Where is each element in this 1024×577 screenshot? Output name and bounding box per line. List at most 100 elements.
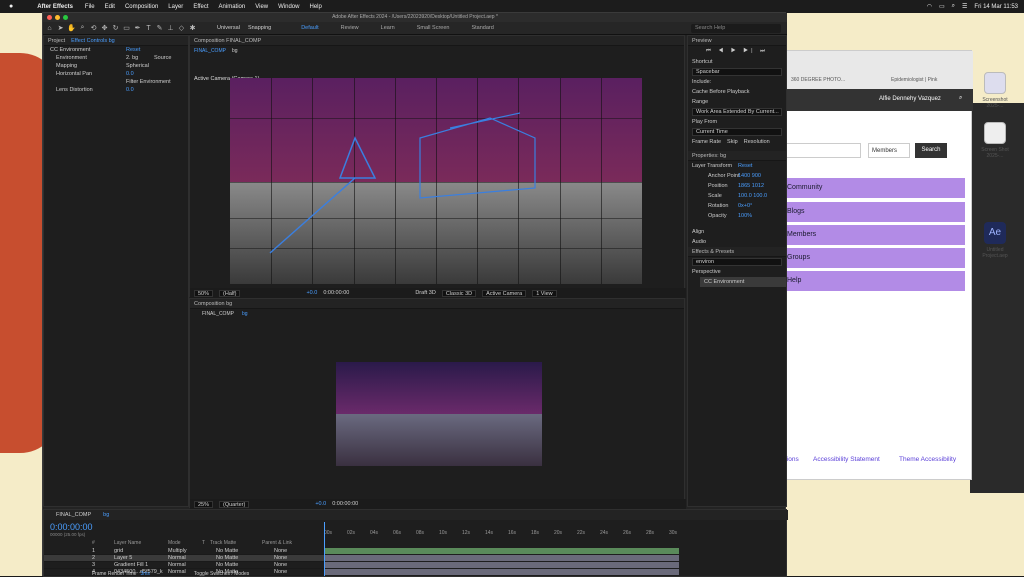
nav-members[interactable]: Members [781,225,965,245]
audio-panel[interactable]: Audio [688,237,786,247]
layer-row[interactable]: 3 Gradient Fill 1 Normal No Matte None [44,562,324,569]
effect-name[interactable]: CC Environment [50,47,90,53]
transform-reset[interactable]: Reset [738,163,752,169]
orbit-tool-icon[interactable]: ⟲ [89,24,98,33]
layer-mode[interactable]: Multiply [168,548,187,555]
apple-icon[interactable]: ● [9,3,13,10]
timecode[interactable]: 0:00:00:00 [323,290,349,296]
comp-tab[interactable]: Composition FINAL_COMP [194,38,261,44]
nav-groups[interactable]: Groups [781,248,965,268]
breadcrumb-item[interactable]: FINAL_COMP [202,311,234,317]
range-dropdown[interactable]: Work Area Extended By Current... [692,108,782,116]
breadcrumb-item[interactable]: bg [242,311,248,317]
footer-link[interactable]: tions [785,456,799,463]
eraser-tool-icon[interactable]: ◇ [177,24,186,33]
user-name[interactable]: Alfie Dennehy Vazquez [879,96,941,102]
rotate-tool-icon[interactable]: ↻ [111,24,120,33]
renderer[interactable]: Draft 3D [415,290,435,296]
app-menu[interactable]: After Effects [37,4,73,10]
tree-effect-item[interactable]: CC Environment [700,277,786,287]
layer-matte[interactable]: No Matte [216,548,238,555]
workspace-review[interactable]: Review [341,25,359,31]
menu-layer[interactable]: Layer [168,4,183,10]
footer-link[interactable]: Accessibility Statement [813,456,880,463]
search-input[interactable] [781,143,861,158]
menu-window[interactable]: Window [278,4,299,10]
layer-bar[interactable] [324,569,679,575]
nav-help[interactable]: Help [781,271,965,291]
layer-name[interactable]: Gradient Fill 1 [114,562,148,569]
transform-value[interactable]: 1865 1012 [738,183,764,189]
browser-tab[interactable]: Epidemiologist | Pink [891,77,937,83]
wifi-icon[interactable]: ◠ [927,3,932,10]
selection-tool-icon[interactable]: ➤ [56,24,65,33]
transform-value[interactable]: 100.0 100.0 [738,193,767,199]
layer-mode[interactable]: Normal [168,555,186,562]
browser-tab[interactable]: 360 DEGREE PHOTO... [791,77,845,83]
menu-help[interactable]: Help [309,4,321,10]
layer-parent[interactable]: None [274,555,287,562]
menu-view[interactable]: View [255,4,268,10]
brush-tool-icon[interactable]: ✎ [155,24,164,33]
search-button[interactable]: Search [915,143,947,158]
prop-value[interactable]: 2. bg [126,54,138,62]
battery-icon[interactable]: ▭ [939,3,945,10]
universal-toggle[interactable]: Universal [217,25,240,31]
effect-reset[interactable]: Reset [126,46,140,54]
timeline-tab[interactable]: FINAL_COMP [56,512,91,518]
layer-row[interactable]: 2 Layer 5 Normal No Matte None [44,555,324,562]
layer-parent[interactable]: None [274,569,287,576]
renderer-3d-dropdown[interactable]: Classic 3D [441,289,477,297]
minimize-icon[interactable] [55,15,60,20]
workspace-small-screen[interactable]: Small Screen [417,25,450,31]
layer-matte[interactable]: No Matte [216,555,238,562]
close-icon[interactable] [47,15,52,20]
camera-dropdown[interactable]: Active Camera [482,289,527,297]
pen-tool-icon[interactable]: ✒ [133,24,142,33]
file-icon[interactable] [984,122,1006,144]
comp-tab[interactable]: Composition bg [194,301,232,307]
prop-value[interactable]: Source [154,54,171,62]
file-icon[interactable] [984,72,1006,94]
zoom-dropdown[interactable]: 25% [194,500,214,508]
tab-effect-controls[interactable]: Effect Controls bg [71,38,115,44]
playback-controls[interactable]: ⏮ ◀ ▶ ▶| ⏭ [688,46,786,57]
tab-project[interactable]: Project [48,38,65,44]
prop-value[interactable]: 0.0 [126,70,134,78]
puppet-tool-icon[interactable]: ✱ [188,24,197,33]
snapping-toggle[interactable]: Snapping [248,25,271,31]
nav-blogs[interactable]: Blogs [781,202,965,222]
menu-animation[interactable]: Animation [219,4,246,10]
search-icon[interactable]: ⌕ [959,95,962,102]
views-dropdown[interactable]: 1 View [532,289,557,297]
prop-value[interactable]: Spherical [126,62,149,70]
toggle-switches[interactable]: Toggle Switches / Modes [194,571,249,577]
effects-search-input[interactable]: environ [692,258,782,266]
pan-tool-icon[interactable]: ✥ [100,24,109,33]
playhead[interactable] [324,522,325,576]
hand-tool-icon[interactable]: ✋ [67,24,76,33]
layer-mode[interactable]: Normal [168,562,186,569]
resolution-dropdown[interactable]: (Half) [219,289,241,297]
search-select[interactable]: Members [868,143,910,158]
menu-edit[interactable]: Edit [105,4,115,10]
layer-bar[interactable] [324,548,679,554]
exposure-value[interactable]: +0.0 [315,501,326,507]
footer-link[interactable]: Theme Accessibility [899,456,956,463]
layer-row[interactable]: 1 grid Multiply No Matte None [44,548,324,555]
time-ruler[interactable]: 00s 02s 04s 06s 08s 10s 12s 14s 16s 18s … [324,522,684,540]
align-panel[interactable]: Align [688,227,786,237]
text-tool-icon[interactable]: T [144,24,153,33]
breadcrumb-item[interactable]: FINAL_COMP [194,48,226,54]
layer-parent[interactable]: None [274,548,287,555]
menu-composition[interactable]: Composition [125,4,158,10]
breadcrumb-item[interactable]: bg [232,48,238,54]
prop-checkbox[interactable]: Filter Environment [126,78,171,86]
search-help-input[interactable]: Search Help [691,24,781,33]
clock[interactable]: Fri 14 Mar 11:53 [974,4,1018,10]
layer-name[interactable]: Layer 5 [114,555,132,562]
timecode[interactable]: 0:00:00:00 [332,501,358,507]
exposure-value[interactable]: +0.0 [306,290,317,296]
timeline-tab[interactable]: bg [103,512,109,518]
workspace-default[interactable]: Default [301,25,318,31]
